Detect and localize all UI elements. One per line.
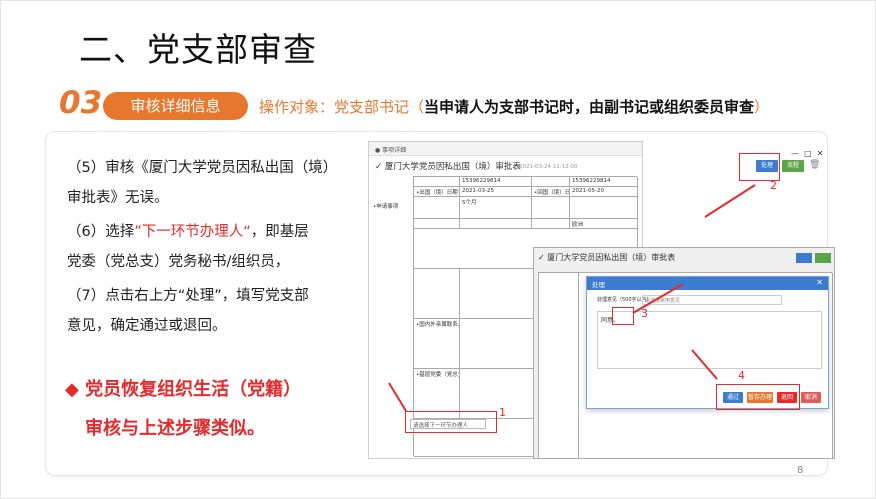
step-5-line2: 审批表》无误。 bbox=[67, 190, 169, 206]
target-bold: 当申请人为支部书记时，由副书记或组织委员审查 bbox=[424, 98, 755, 116]
target-prefix: 操作对象：党支部书记（ bbox=[259, 98, 425, 116]
flow-button[interactable]: 流程 bbox=[782, 160, 804, 172]
arrow-4-icon bbox=[691, 349, 718, 380]
highlight-line1: ◆ 党员恢复组织生活（党籍） bbox=[65, 379, 302, 400]
cell-phone: 15396229814 bbox=[460, 177, 532, 187]
arrow-2-icon bbox=[704, 184, 756, 218]
cell-label-contact: •国内外亲属联系人 bbox=[414, 319, 460, 369]
slide: 二、党支部审查 03 审核详细信息 操作对象：党支部书记（当申请人为支部书记时，… bbox=[0, 0, 876, 499]
step-6-pre: （6）选择 bbox=[67, 224, 135, 240]
cell-label-back: •回国（境）日期 bbox=[532, 187, 570, 197]
cell-label-out: •出国（境）日期 bbox=[414, 187, 460, 197]
step-5-line1: （5）审核《厦门大学党员因私出国（境） bbox=[67, 160, 338, 176]
marker-2: 2 bbox=[770, 179, 777, 192]
highlight-box-1 bbox=[405, 411, 497, 433]
highlight-box-4 bbox=[716, 384, 800, 410]
step-6-highlight: ”下一环节办理人“ bbox=[134, 224, 251, 240]
cell-phone2: 15396229814 bbox=[570, 177, 638, 187]
cell-date-from: 2021-03-25 bbox=[460, 187, 532, 197]
trash-icon[interactable]: 🗑 bbox=[809, 160, 820, 170]
page-title: 二、党支部审查 bbox=[79, 30, 317, 69]
page-number: 8 bbox=[797, 465, 804, 476]
form-header: ✓ 厦门大学党员因私出国（境）审批表 bbox=[375, 162, 521, 172]
window-controls: — □ ✕ bbox=[791, 149, 824, 158]
form-timestamp: 2021-03-24 11:12:00 bbox=[519, 164, 578, 170]
cell-duration: 5个月 bbox=[460, 197, 532, 219]
form2-header: ✓ 厦门大学党员因私出国（境）审批表 bbox=[538, 253, 676, 262]
window-bar: ● 事项详细 bbox=[369, 142, 642, 156]
step-6-line2: 党委（党总支）党务秘书/组织员， bbox=[67, 254, 290, 270]
cell-dest: 欧洲 bbox=[570, 219, 638, 229]
marker-1: 1 bbox=[499, 406, 506, 419]
label-apply: •申请事项 bbox=[373, 204, 399, 210]
cancel-button[interactable]: 取消 bbox=[801, 392, 821, 403]
target-suffix: ） bbox=[754, 98, 770, 116]
highlight-box-2 bbox=[739, 153, 780, 181]
arrow-1-icon bbox=[388, 382, 407, 412]
marker-4: 4 bbox=[738, 369, 745, 382]
section-number: 03 bbox=[59, 85, 103, 121]
dialog-header: 处理 ✕ bbox=[587, 277, 828, 290]
dialog-title: 处理 bbox=[592, 281, 605, 289]
section-pill: 审核详细信息 bbox=[103, 92, 248, 120]
form2-button-b[interactable] bbox=[815, 253, 831, 263]
close-icon[interactable]: ✕ bbox=[816, 278, 823, 287]
operation-target: 操作对象：党支部书记（当申请人为支部书记时，由副书记或组织委员审查） bbox=[259, 96, 769, 117]
step-6-post: ，即基层 bbox=[250, 224, 309, 240]
arrow-3-icon bbox=[632, 283, 684, 314]
highlight-line2: 审核与上述步骤类似。 bbox=[85, 418, 265, 439]
cell-date-to: 2021-05-20 bbox=[570, 187, 638, 197]
step-6-line1: （6）选择”下一环节办理人“，即基层 bbox=[67, 217, 309, 247]
step-7-line1: （7）点击右上方“处理”，填写党支部 bbox=[67, 288, 309, 304]
step-7-line2: 意见，确定通过或退回。 bbox=[67, 318, 227, 334]
form2-button-a[interactable] bbox=[796, 253, 812, 263]
